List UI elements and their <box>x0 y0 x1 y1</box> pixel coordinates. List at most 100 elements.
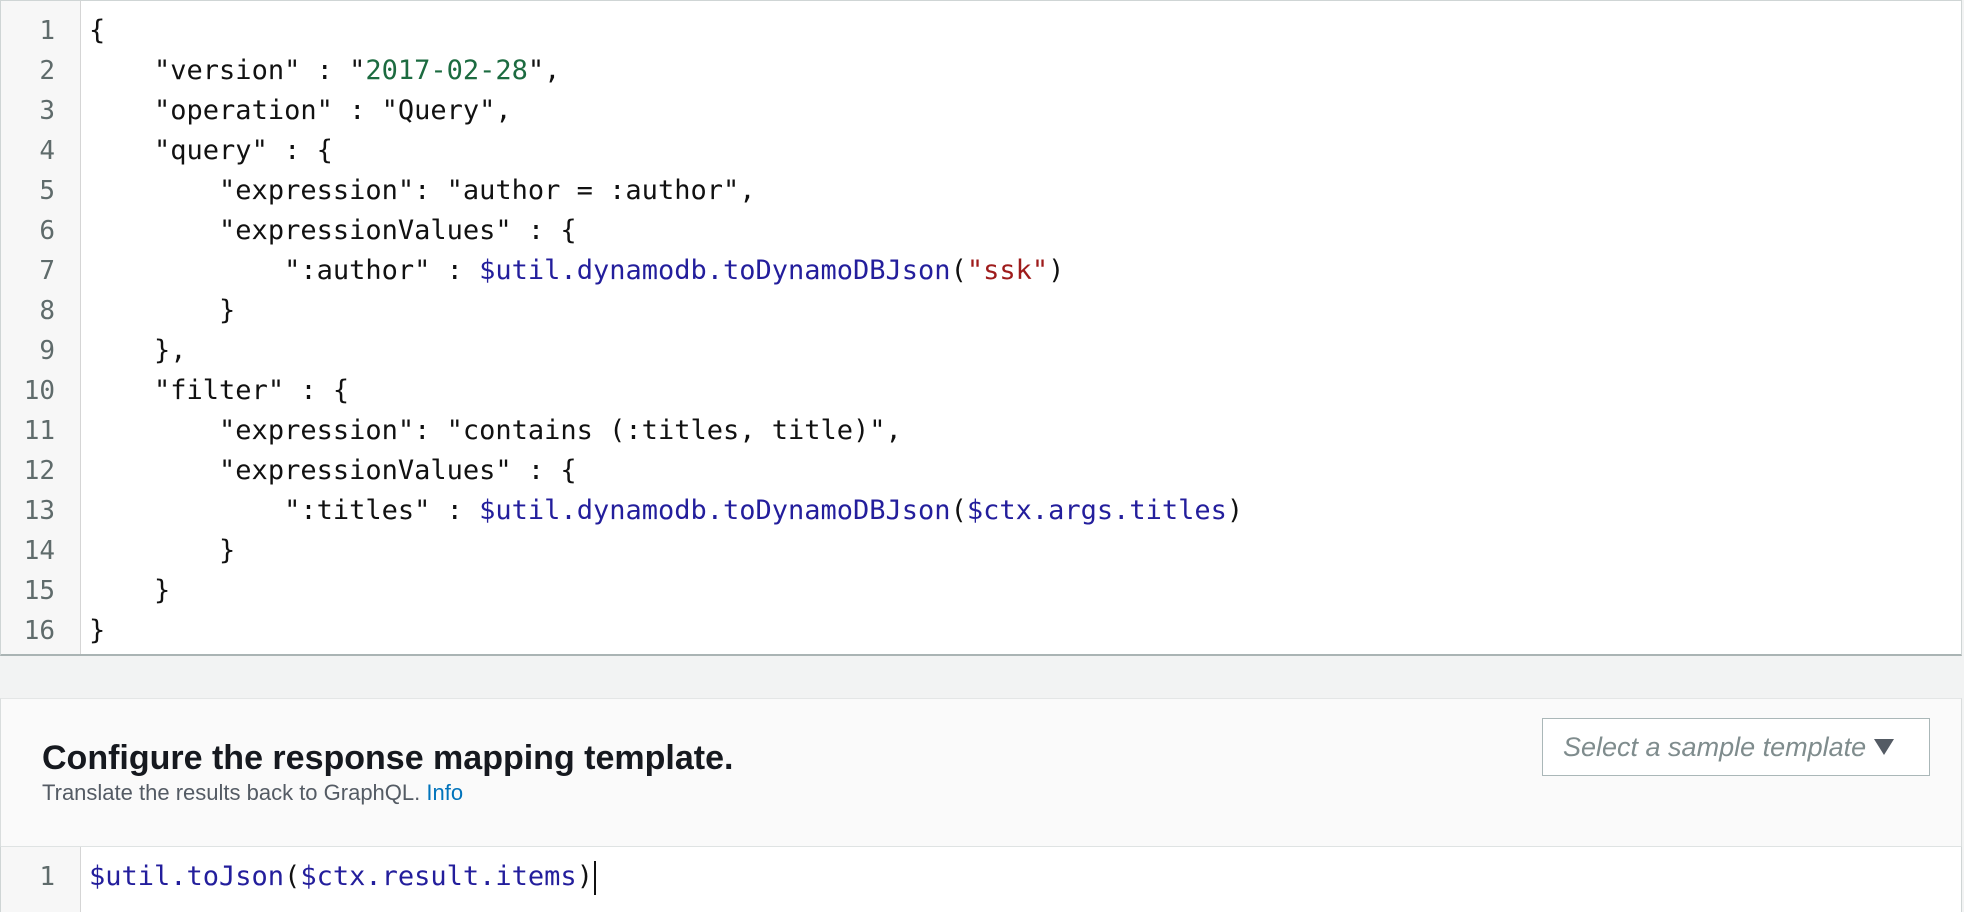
code-text: ":author" : $util.dynamodb.toDynamoDBJso… <box>89 251 1064 291</box>
response-section-title: Configure the response mapping template. <box>42 739 734 777</box>
code-text: } <box>89 291 235 331</box>
code-text: "expressionValues" : { <box>89 451 577 491</box>
code-token: $ctx.args.titles <box>966 495 1227 526</box>
code-token: $ctx.result.items <box>300 861 577 892</box>
line-number: 4 <box>39 136 55 166</box>
code-text: "query" : { <box>89 131 333 171</box>
code-line[interactable]: 13 ":titles" : $util.dynamodb.toDynamoDB… <box>1 491 1961 531</box>
code-token: } <box>89 615 106 646</box>
code-token: $util.dynamodb.toDynamoDBJson <box>479 495 951 526</box>
code-line[interactable]: 11 "expression": "contains (:titles, tit… <box>1 411 1961 451</box>
sample-template-select[interactable]: Select a sample template <box>1542 718 1930 776</box>
request-code-area[interactable]: 1{2 "version" : "2017-02-28", 3 "operatio… <box>1 11 1961 651</box>
line-number: 13 <box>23 496 55 526</box>
code-token: ", <box>527 55 561 86</box>
code-token: ":author" : <box>284 255 480 286</box>
code-text: "operation" : "Query", <box>89 91 512 131</box>
caret-down-icon <box>1874 739 1895 755</box>
line-number: 10 <box>23 376 55 406</box>
code-token: $util.toJson <box>89 861 285 892</box>
sample-template-placeholder: Select a sample template <box>1563 731 1867 762</box>
code-token: ) <box>1048 255 1065 286</box>
code-text: } <box>89 611 105 651</box>
code-line[interactable]: 16} <box>1 611 1961 651</box>
code-token: "expression": "contains (:titles, title)… <box>219 415 902 446</box>
code-text: } <box>89 571 170 611</box>
code-token: "ssk" <box>966 255 1049 286</box>
code-token: ) <box>576 861 593 892</box>
code-token: ":titles" : <box>284 495 480 526</box>
code-line[interactable]: 15 } <box>1 571 1961 611</box>
code-token: "expression": "author = :author", <box>219 175 756 206</box>
code-token: "query" : { <box>154 135 333 166</box>
code-text: ":titles" : $util.dynamodb.toDynamoDBJso… <box>89 491 1243 531</box>
code-token: "operation" : "Query", <box>154 95 512 126</box>
info-link[interactable]: Info <box>426 780 463 805</box>
section-divider <box>0 656 1964 698</box>
code-line[interactable]: 1{ <box>1 11 1961 51</box>
code-token: "version" : " <box>154 55 366 86</box>
code-token: ( <box>950 495 967 526</box>
code-text: }, <box>89 331 187 371</box>
code-text: "expressionValues" : { <box>89 211 577 251</box>
code-line[interactable]: 3 "operation" : "Query", <box>1 91 1961 131</box>
line-number: 6 <box>39 216 55 246</box>
code-line[interactable]: 14 } <box>1 531 1961 571</box>
line-number: 12 <box>23 456 55 486</box>
code-token: }, <box>154 335 187 366</box>
code-text: "expression": "contains (:titles, title)… <box>89 411 902 451</box>
code-text: "expression": "author = :author", <box>89 171 755 211</box>
code-text: { <box>89 11 105 51</box>
code-line[interactable]: 1 $util.toJson($ctx.result.items) <box>1 857 1961 897</box>
code-token: "filter" : { <box>154 375 350 406</box>
line-number: 1 <box>39 16 55 46</box>
line-number: 7 <box>39 256 55 286</box>
code-token: } <box>219 295 236 326</box>
code-line[interactable]: 4 "query" : { <box>1 131 1961 171</box>
line-number: 9 <box>39 336 55 366</box>
request-template-editor[interactable]: 1{2 "version" : "2017-02-28", 3 "operatio… <box>0 0 1962 656</box>
line-number: 5 <box>39 176 55 206</box>
code-token: ( <box>950 255 967 286</box>
code-text: "filter" : { <box>89 371 349 411</box>
code-token: "expressionValues" : { <box>219 215 577 246</box>
code-line[interactable]: 5 "expression": "author = :author", <box>1 171 1961 211</box>
line-number: 2 <box>39 56 55 86</box>
code-token: 2017-02-28 <box>365 55 528 86</box>
code-line[interactable]: 12 "expressionValues" : { <box>1 451 1961 491</box>
response-template-editor[interactable]: 1 $util.toJson($ctx.result.items) <box>0 846 1962 912</box>
code-text: } <box>89 531 235 571</box>
text-cursor <box>593 860 596 895</box>
code-line[interactable]: 7 ":author" : $util.dynamodb.toDynamoDBJ… <box>1 251 1961 291</box>
code-text: "version" : "2017-02-28", <box>89 51 560 91</box>
code-token: ) <box>1226 495 1244 526</box>
code-line[interactable]: 2 "version" : "2017-02-28", <box>1 51 1961 91</box>
code-line[interactable]: 10 "filter" : { <box>1 371 1961 411</box>
code-text: $util.toJson($ctx.result.items) <box>89 857 596 897</box>
line-number: 1 <box>39 862 55 892</box>
code-token: $util.dynamodb.toDynamoDBJson <box>479 255 951 286</box>
code-line[interactable]: 9 }, <box>1 331 1961 371</box>
line-number: 3 <box>39 96 55 126</box>
subtitle-text: Translate the results back to GraphQL. <box>42 780 421 805</box>
code-line[interactable]: 6 "expressionValues" : { <box>1 211 1961 251</box>
code-line[interactable]: 8 } <box>1 291 1961 331</box>
line-number: 16 <box>23 616 55 646</box>
response-section-subtitle: Translate the results back to GraphQL. I… <box>42 780 463 806</box>
code-token: } <box>154 575 171 606</box>
code-token: { <box>89 15 106 46</box>
